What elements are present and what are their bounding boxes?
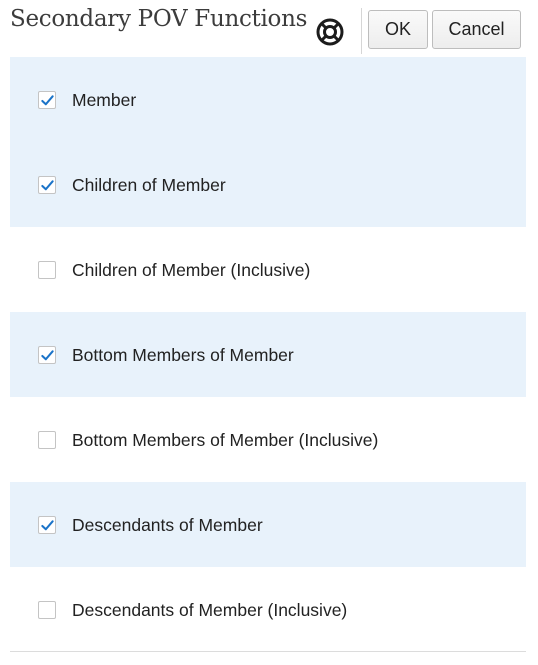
option-label: Descendants of Member xyxy=(72,515,263,535)
checkmark-icon xyxy=(41,180,54,191)
option-row-bottom-members-of-member-inclusive[interactable]: Bottom Members of Member (Inclusive) xyxy=(10,397,526,482)
checkbox[interactable] xyxy=(38,176,56,194)
options-list: Member Children of Member Children of Me… xyxy=(10,57,526,652)
option-row-descendants-of-member[interactable]: Descendants of Member xyxy=(10,482,526,567)
option-row-descendants-of-member-inclusive[interactable]: Descendants of Member (Inclusive) xyxy=(10,567,526,652)
option-label: Bottom Members of Member (Inclusive) xyxy=(72,430,379,450)
option-row-children-of-member[interactable]: Children of Member xyxy=(10,142,526,227)
header-divider xyxy=(361,8,362,54)
checkmark-icon xyxy=(41,95,54,106)
help-lifebuoy-icon[interactable] xyxy=(314,16,346,48)
checkbox[interactable] xyxy=(38,346,56,364)
option-label: Bottom Members of Member xyxy=(72,345,294,365)
checkbox[interactable] xyxy=(38,431,56,449)
option-label: Children of Member xyxy=(72,175,226,195)
option-row-children-of-member-inclusive[interactable]: Children of Member (Inclusive) xyxy=(10,227,526,312)
option-label: Member xyxy=(72,90,137,110)
dialog-header: Secondary POV Functions OK Cancel xyxy=(0,0,538,56)
checkbox[interactable] xyxy=(38,516,56,534)
checkbox[interactable] xyxy=(38,261,56,279)
checkmark-icon xyxy=(41,520,54,531)
checkmark-icon xyxy=(41,350,54,361)
option-label: Descendants of Member (Inclusive) xyxy=(72,600,348,620)
option-row-bottom-members-of-member[interactable]: Bottom Members of Member xyxy=(10,312,526,397)
option-row-member[interactable]: Member xyxy=(10,57,526,142)
checkbox[interactable] xyxy=(38,601,56,619)
checkbox[interactable] xyxy=(38,91,56,109)
ok-button[interactable]: OK xyxy=(368,10,428,49)
dialog-title: Secondary POV Functions xyxy=(10,6,308,32)
option-label: Children of Member (Inclusive) xyxy=(72,260,311,280)
cancel-button[interactable]: Cancel xyxy=(432,10,521,49)
